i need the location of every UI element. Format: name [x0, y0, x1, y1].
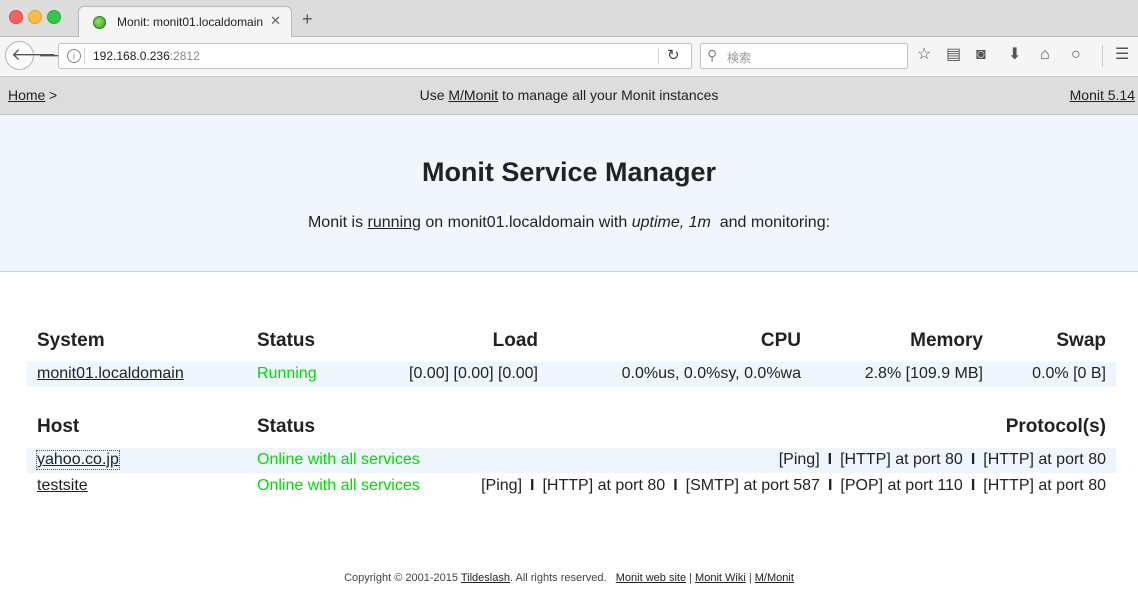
pocket-icon[interactable]: ◙: [976, 46, 986, 64]
mmonit-footer-link[interactable]: M/Monit: [755, 572, 794, 584]
url-separator: [84, 48, 85, 64]
home-icon[interactable]: ⌂: [1040, 46, 1050, 64]
host-status: Online with all services: [257, 451, 420, 468]
monit-wiki-link[interactable]: Monit Wiki: [695, 572, 746, 584]
protocols-header: Protocol(s): [1005, 416, 1106, 437]
tab-close-icon[interactable]: ✕: [270, 13, 281, 29]
system-status: Running: [257, 365, 317, 382]
chat-icon[interactable]: ○: [1071, 46, 1081, 64]
protocol-separator: I: [827, 477, 833, 494]
monit-nav-bar: Home > Use M/Monit to manage all your Mo…: [0, 77, 1138, 115]
protocol-separator: I: [673, 477, 678, 494]
running-status-link[interactable]: running: [368, 214, 421, 231]
mmonit-message: Use M/Monit to manage all your Monit ins…: [0, 87, 1138, 103]
navigation-toolbar: 🡐 🡒 i 192.168.0.236:2812 ↻ ⚲ 検索 ☆ ▤ ◙ ⬇ …: [0, 37, 1138, 77]
bookmark-star-icon[interactable]: ☆: [917, 46, 931, 64]
favicon-icon: [93, 16, 106, 29]
tab-bar: Monit: monit01.localdomain ✕ +: [0, 0, 1138, 37]
page-title: Monit Service Manager: [421, 157, 717, 187]
close-window-button[interactable]: [9, 10, 23, 24]
uptime-value: uptime, 1m: [631, 214, 711, 231]
protocol-item: [Ping]: [481, 477, 523, 494]
system-cpu: 0.0%us, 0.0%sy, 0.0%wa: [621, 365, 801, 382]
cpu-header: CPU: [760, 330, 801, 351]
url-host: 192.168.0.236: [93, 49, 170, 63]
page-footer: Copyright © 2001-2015 Tildeslash. All ri…: [0, 572, 1138, 584]
memory-header: Memory: [910, 330, 983, 351]
protocol-separator: I: [827, 451, 833, 468]
url-bar[interactable]: i 192.168.0.236:2812 ↻: [58, 43, 692, 69]
protocol-item: [HTTP] at port 80: [983, 477, 1106, 494]
url-port: :2812: [169, 49, 200, 63]
host-status: Online with all services: [257, 477, 420, 494]
mmonit-message-prefix: Use: [419, 87, 449, 103]
page-header: Monit Service Manager Monit is running o…: [0, 115, 1138, 272]
host-protocols: [Ping] I [HTTP] at port 80 I [SMTP] at port …: [481, 477, 1106, 495]
tildeslash-link[interactable]: Tildeslash: [461, 572, 510, 584]
protocol-separator: I: [970, 451, 976, 468]
reader-view-icon[interactable]: ▤: [946, 46, 961, 64]
status-line: Monit is running on monit01.localdomain …: [0, 214, 1138, 232]
search-placeholder: 検索: [727, 51, 752, 65]
footer-separator: |: [689, 572, 692, 584]
system-swap: 0.0% [0 B]: [1032, 365, 1106, 382]
info-icon[interactable]: i: [67, 49, 81, 63]
reload-separator: [658, 48, 659, 64]
search-icon: ⚲: [707, 47, 718, 63]
host-name-link[interactable]: yahoo.co.jp: [36, 450, 120, 470]
search-bar[interactable]: ⚲ 検索: [700, 43, 908, 69]
host-status-header: Status: [257, 416, 316, 437]
system-memory: 2.8% [109.9 MB]: [864, 365, 983, 382]
protocol-item: [POP] at port 110: [840, 477, 963, 494]
protocol-item: [HTTP] at port 80: [983, 451, 1106, 468]
downloads-icon[interactable]: ⬇: [1008, 46, 1021, 64]
system-header: System: [37, 330, 105, 351]
protocol-item: [Ping]: [778, 451, 820, 468]
host-header: Host: [37, 416, 80, 437]
menu-icon[interactable]: ☰: [1115, 46, 1129, 64]
protocol-separator: I: [970, 477, 976, 494]
protocol-item: [HTTP] at port 80: [542, 477, 666, 494]
back-button[interactable]: 🡐: [5, 41, 57, 70]
browser-tab[interactable]: Monit: monit01.localdomain ✕: [78, 6, 292, 37]
url-text[interactable]: 192.168.0.236:2812: [93, 49, 200, 63]
new-tab-button[interactable]: +: [302, 10, 313, 28]
zoom-window-button[interactable]: [47, 10, 61, 24]
footer-separator: |: [748, 572, 752, 584]
version-link[interactable]: Monit 5.14: [1070, 87, 1135, 103]
copyright-text: Copyright © 2001-2015: [344, 572, 461, 584]
protocol-item: [HTTP] at port 80: [840, 451, 963, 468]
rights-text: . All rights reserved.: [509, 572, 607, 584]
minimize-window-button[interactable]: [28, 10, 42, 24]
host-name-link[interactable]: testsite: [37, 477, 88, 495]
system-load: [0.00] [0.00] [0.00]: [409, 365, 538, 382]
protocol-separator: I: [530, 477, 535, 494]
status-prefix: Monit is: [307, 214, 368, 231]
load-header: Load: [492, 330, 538, 351]
mmonit-link[interactable]: M/Monit: [448, 87, 498, 103]
mmonit-message-suffix: to manage all your Monit instances: [498, 87, 719, 103]
tab-title: Monit: monit01.localdomain: [117, 15, 264, 29]
system-name-link[interactable]: monit01.localdomain: [37, 365, 184, 383]
status-header: Status: [257, 330, 316, 351]
host-protocols: [Ping] I [HTTP] at port 80 I [HTTP] at port …: [779, 451, 1106, 469]
swap-header: Swap: [1056, 330, 1106, 351]
protocol-item: [SMTP] at port 587: [685, 477, 820, 494]
status-suffix: and monitoring:: [715, 214, 831, 231]
toolbar-separator: [1102, 45, 1103, 67]
reload-icon[interactable]: ↻: [667, 46, 680, 64]
status-mid: on monit01.localdomain with: [420, 214, 632, 231]
monit-website-link[interactable]: Monit web site: [616, 572, 686, 584]
